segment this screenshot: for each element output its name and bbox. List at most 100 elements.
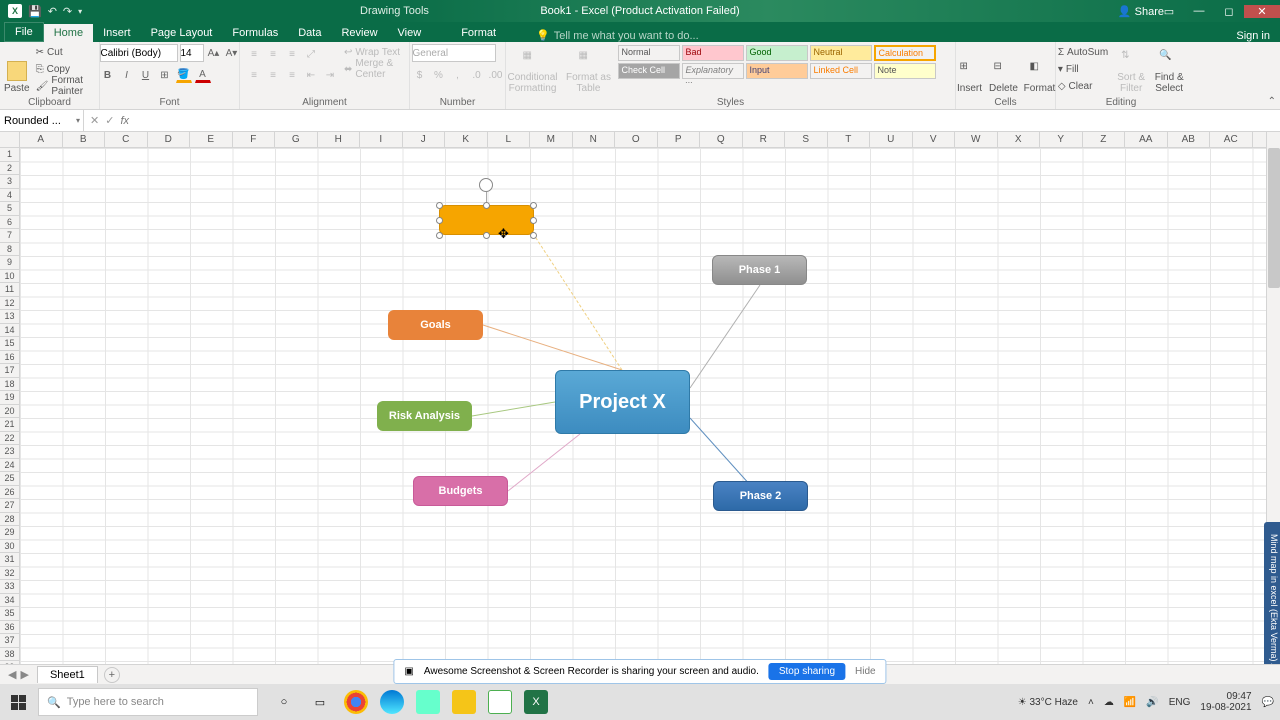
clock[interactable]: 09:4719-08-2021 [1200, 691, 1251, 713]
tab-file[interactable]: File [4, 22, 44, 42]
decrease-font-icon[interactable]: A▾ [224, 45, 240, 61]
col-header[interactable]: H [318, 132, 361, 147]
merge-center-button[interactable]: ⬌ Merge & Center [342, 61, 403, 77]
col-header[interactable]: R [743, 132, 786, 147]
wifi-icon[interactable]: 📶 [1124, 697, 1136, 708]
col-header[interactable]: O [615, 132, 658, 147]
shape-phase-2[interactable]: Phase 2 [713, 481, 808, 511]
weather-widget[interactable]: ☀ 33°C Haze [1018, 697, 1078, 708]
tell-me-search[interactable]: 💡 Tell me what you want to do... [536, 29, 699, 42]
col-header[interactable]: U [870, 132, 913, 147]
row-header[interactable]: 25 [0, 472, 19, 486]
clear-button[interactable]: ◇ Clear [1056, 78, 1110, 94]
row-header[interactable]: 18 [0, 378, 19, 392]
select-all-corner[interactable] [0, 132, 20, 148]
close-button[interactable]: ✕ [1244, 5, 1280, 18]
tab-home[interactable]: Home [44, 24, 93, 42]
hide-notice-button[interactable]: Hide [855, 666, 876, 677]
qat-dropdown-icon[interactable]: ▾ [78, 7, 82, 16]
cancel-formula-icon[interactable]: ✕ [90, 114, 99, 127]
col-header[interactable]: X [998, 132, 1041, 147]
indent-dec-icon[interactable]: ⇤ [303, 67, 319, 83]
sheet-nav[interactable]: ◀▶ [0, 668, 37, 681]
chrome-icon[interactable] [344, 690, 368, 714]
row-header[interactable]: 13 [0, 310, 19, 324]
row-header[interactable]: 1 [0, 148, 19, 162]
col-header[interactable]: Z [1083, 132, 1126, 147]
row-header[interactable]: 5 [0, 202, 19, 216]
undo-icon[interactable]: ↶ [48, 5, 57, 18]
formula-input[interactable] [139, 110, 1280, 131]
scroll-thumb[interactable] [1268, 148, 1280, 288]
format-cells-button[interactable]: ◧Format [1023, 44, 1057, 94]
app-icon-2[interactable] [452, 690, 476, 714]
cell-styles-gallery[interactable]: Normal Bad Good Neutral Calculation Chec… [617, 44, 957, 80]
fx-icon[interactable]: fx [120, 115, 133, 127]
style-check-cell[interactable]: Check Cell [618, 63, 680, 79]
col-header[interactable]: AC [1210, 132, 1253, 147]
row-header[interactable]: 35 [0, 607, 19, 621]
sign-in-link[interactable]: Sign in [1236, 30, 1280, 42]
col-header[interactable]: P [658, 132, 701, 147]
col-header[interactable]: M [530, 132, 573, 147]
row-header[interactable]: 15 [0, 337, 19, 351]
fill-button[interactable]: ▾ Fill [1056, 61, 1110, 77]
taskbar-search[interactable]: 🔍Type here to search [38, 688, 258, 716]
col-header[interactable]: B [63, 132, 106, 147]
align-left-icon[interactable]: ≡ [246, 67, 262, 83]
minimize-button[interactable]: — [1184, 5, 1214, 18]
row-header[interactable]: 28 [0, 513, 19, 527]
onedrive-icon[interactable]: ☁ [1104, 697, 1114, 708]
row-header[interactable]: 17 [0, 364, 19, 378]
row-header[interactable]: 30 [0, 540, 19, 554]
tab-review[interactable]: Review [331, 24, 387, 42]
row-header[interactable]: 37 [0, 634, 19, 648]
worksheet-grid[interactable]: ABCDEFGHIJKLMNOPQRSTUVWXYZAAABAC 1234567… [0, 132, 1280, 664]
row-header[interactable]: 22 [0, 432, 19, 446]
maximize-button[interactable]: ◻ [1214, 5, 1244, 18]
row-header[interactable]: 2 [0, 162, 19, 176]
sheet-next-icon[interactable]: ▶ [20, 668, 28, 681]
comma-icon[interactable]: , [450, 67, 466, 83]
col-header[interactable]: D [148, 132, 191, 147]
style-linked-cell[interactable]: Linked Cell [810, 63, 872, 79]
row-header[interactable]: 19 [0, 391, 19, 405]
percent-icon[interactable]: % [431, 67, 447, 83]
col-header[interactable]: K [445, 132, 488, 147]
enter-formula-icon[interactable]: ✓ [105, 114, 114, 127]
font-size-input[interactable] [180, 44, 204, 62]
add-sheet-button[interactable]: + [104, 667, 120, 683]
col-header[interactable]: C [105, 132, 148, 147]
align-center-icon[interactable]: ≡ [265, 67, 281, 83]
column-headers[interactable]: ABCDEFGHIJKLMNOPQRSTUVWXYZAAABAC [20, 132, 1266, 148]
align-right-icon[interactable]: ≡ [284, 67, 300, 83]
tab-data[interactable]: Data [288, 24, 331, 42]
dec-decimal-icon[interactable]: .00 [488, 67, 504, 83]
col-header[interactable]: E [190, 132, 233, 147]
col-header[interactable]: W [955, 132, 998, 147]
namebox-dropdown-icon[interactable]: ▾ [76, 116, 80, 125]
app-icon-3[interactable] [488, 690, 512, 714]
notifications-icon[interactable]: 💬 [1262, 697, 1274, 708]
style-calculation[interactable]: Calculation [874, 45, 936, 61]
sort-filter-button[interactable]: ⇅Sort & Filter [1114, 44, 1148, 94]
italic-button[interactable]: I [119, 67, 135, 83]
number-format-select[interactable] [412, 44, 496, 62]
style-note[interactable]: Note [874, 63, 936, 79]
fill-color-button[interactable]: 🪣 [176, 67, 192, 83]
app-icon-1[interactable] [416, 690, 440, 714]
font-color-button[interactable]: A [195, 67, 211, 83]
paste-button[interactable]: Paste [4, 44, 30, 94]
style-input[interactable]: Input [746, 63, 808, 79]
row-header[interactable]: 9 [0, 256, 19, 270]
language-indicator[interactable]: ENG [1169, 697, 1191, 708]
shape-selected[interactable] [439, 205, 534, 235]
row-header[interactable]: 12 [0, 297, 19, 311]
tab-formulas[interactable]: Formulas [222, 24, 288, 42]
shape-goals[interactable]: Goals [388, 310, 483, 340]
font-name-input[interactable] [100, 44, 178, 62]
style-bad[interactable]: Bad [682, 45, 744, 61]
autosum-button[interactable]: Σ AutoSum [1056, 44, 1110, 60]
col-header[interactable]: J [403, 132, 446, 147]
col-header[interactable]: G [275, 132, 318, 147]
